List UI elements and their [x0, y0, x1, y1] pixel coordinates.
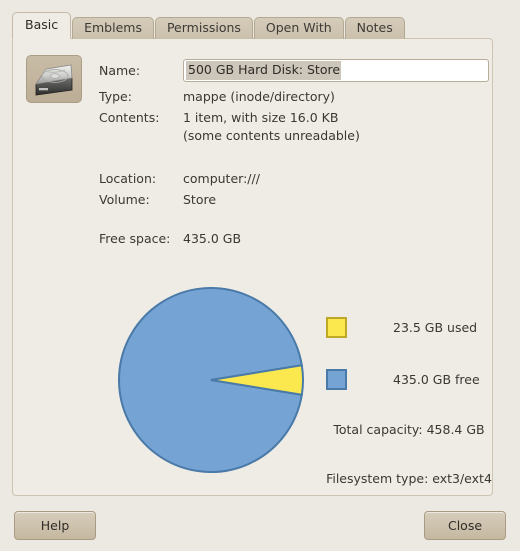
- legend-swatch-used-icon: [326, 316, 347, 338]
- contents-value-line2: (some contents unreadable): [183, 128, 360, 143]
- tab-basic[interactable]: Basic: [12, 12, 72, 39]
- tab-permissions-label: Permissions: [166, 20, 241, 36]
- help-button-label: Help: [40, 518, 70, 533]
- type-value: mappe (inode/directory): [183, 89, 335, 104]
- contents-label: Contents:: [99, 110, 160, 125]
- tab-open-with[interactable]: Open With: [253, 17, 344, 39]
- name-label: Name:: [99, 62, 141, 78]
- free-space-label: Free space:: [99, 231, 171, 246]
- tab-open-with-label: Open With: [265, 20, 332, 36]
- tab-notes[interactable]: Notes: [344, 17, 405, 39]
- location-label: Location:: [99, 171, 157, 186]
- volume-label: Volume:: [99, 192, 150, 207]
- location-row: Location: computer:///: [99, 170, 489, 188]
- name-input[interactable]: 500 GB Hard Disk: Store: [183, 59, 489, 82]
- legend-swatch-free-icon: [326, 368, 347, 390]
- free-space-row: Free space: 435.0 GB: [99, 230, 489, 248]
- section-spacer-1: [99, 148, 489, 170]
- name-input-value: 500 GB Hard Disk: Store: [186, 61, 342, 80]
- tab-emblems-label: Emblems: [84, 20, 142, 36]
- legend-item-used: 23.5 GB used: [326, 314, 492, 340]
- close-button-label: Close: [447, 518, 483, 533]
- hard-disk-icon[interactable]: [26, 55, 82, 103]
- tab-strip: Basic Emblems Permissions Open With Note…: [12, 12, 406, 39]
- properties-field-list: Name: 500 GB Hard Disk: Store Type: mapp…: [99, 59, 489, 251]
- legend-item-free: 435.0 GB free: [326, 366, 492, 392]
- total-capacity-text: Total capacity: 458.4 GB: [333, 422, 485, 437]
- close-button[interactable]: Close: [424, 511, 506, 540]
- volume-value: Store: [183, 192, 217, 207]
- free-space-value: 435.0 GB: [183, 231, 242, 246]
- disk-usage-pie: [118, 287, 304, 473]
- contents-value: 1 item, with size 16.0 KB (some contents…: [183, 109, 360, 145]
- volume-row: Volume: Store: [99, 191, 489, 209]
- tab-notes-label: Notes: [356, 20, 393, 36]
- contents-value-line1: 1 item, with size 16.0 KB: [183, 110, 339, 125]
- name-row: Name: 500 GB Hard Disk: Store: [99, 59, 489, 82]
- location-value: computer:///: [183, 171, 260, 186]
- type-row: Type: mappe (inode/directory): [99, 88, 489, 106]
- tab-emblems[interactable]: Emblems: [72, 17, 154, 39]
- contents-row: Contents: 1 item, with size 16.0 KB (som…: [99, 109, 489, 145]
- disk-usage-chart: 23.5 GB used 435.0 GB free Total capacit…: [13, 273, 492, 495]
- section-spacer-2: [99, 212, 489, 230]
- filesystem-type-text: Filesystem type: ext3/ext4: [326, 471, 492, 486]
- help-button[interactable]: Help: [14, 511, 96, 540]
- legend-label-free: 435.0 GB free: [393, 371, 480, 387]
- basic-tab-panel: Name: 500 GB Hard Disk: Store Type: mapp…: [12, 38, 493, 496]
- chart-legend: 23.5 GB used 435.0 GB free Total capacit…: [326, 273, 492, 486]
- legend-label-used: 23.5 GB used: [393, 319, 478, 335]
- tab-permissions[interactable]: Permissions: [154, 17, 253, 39]
- tab-basic-label: Basic: [25, 17, 59, 33]
- type-label: Type:: [99, 89, 132, 104]
